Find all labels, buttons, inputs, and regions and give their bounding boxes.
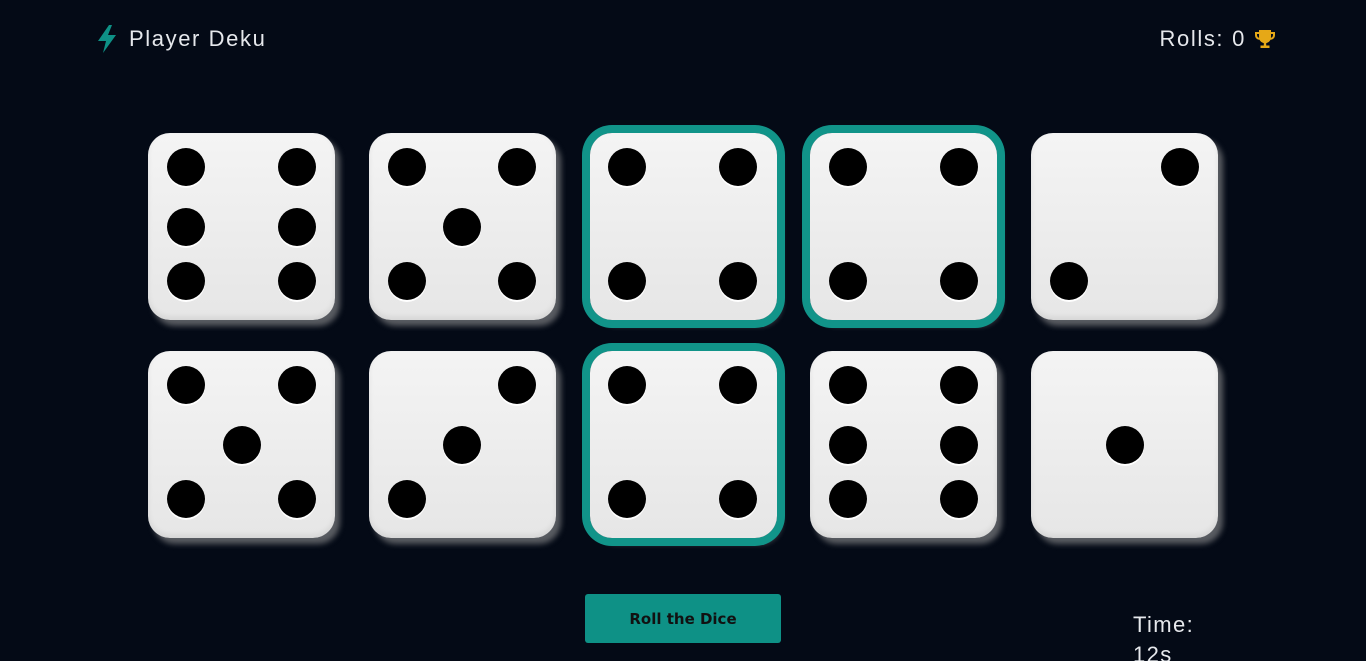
die-pip (719, 147, 758, 186)
die-pip (498, 365, 537, 404)
die-pip (608, 365, 647, 404)
die-pip (387, 261, 426, 300)
die-pip (166, 147, 205, 186)
die-8[interactable] (589, 351, 777, 538)
die-pip (166, 479, 205, 518)
die-9[interactable] (810, 351, 998, 538)
die-7[interactable] (368, 351, 556, 538)
die-pip (443, 207, 482, 246)
die-pip (1105, 425, 1144, 464)
die-pip (166, 208, 205, 247)
die-pip (829, 426, 868, 465)
die-pip (829, 479, 868, 518)
die-pip (829, 365, 868, 404)
die-pip (277, 147, 316, 186)
die-pip (939, 426, 978, 465)
rolls-value: 0 (1232, 26, 1246, 51)
die-2[interactable] (368, 133, 556, 320)
dice-grid (148, 133, 1218, 538)
die-pip (277, 208, 316, 247)
die-pip (277, 479, 316, 518)
rolls-counter: Rolls: 0 (1160, 24, 1276, 54)
die-pip (939, 147, 978, 186)
die-pip (719, 365, 758, 404)
timer: Time: 12s (1133, 610, 1223, 661)
die-pip (1160, 147, 1199, 186)
bolt-icon (98, 25, 116, 53)
die-pip (387, 479, 426, 518)
die-4[interactable] (810, 133, 998, 320)
die-pip (829, 147, 868, 186)
trophy-icon (1255, 30, 1275, 48)
die-pip (719, 479, 758, 518)
die-pip (166, 261, 205, 300)
die-6[interactable] (148, 351, 335, 538)
die-pip (443, 425, 482, 464)
die-pip (608, 479, 647, 518)
die-10[interactable] (1031, 351, 1218, 538)
die-pip (939, 261, 978, 300)
die-pip (608, 261, 647, 300)
die-pip (1049, 261, 1088, 300)
die-pip (939, 365, 978, 404)
die-1[interactable] (148, 133, 335, 320)
roll-dice-button[interactable]: Roll the Dice (585, 594, 781, 643)
die-pip (719, 261, 758, 300)
die-pip (166, 365, 205, 404)
timer-label: Time: (1133, 612, 1195, 637)
die-pip (277, 261, 316, 300)
die-pip (387, 147, 426, 186)
die-pip (939, 479, 978, 518)
die-pip (829, 261, 868, 300)
die-pip (277, 365, 316, 404)
die-pip (498, 147, 537, 186)
die-5[interactable] (1031, 133, 1218, 320)
timer-value: 12s (1133, 642, 1173, 661)
die-pip (222, 425, 261, 464)
die-pip (498, 261, 537, 300)
player-name: Player Deku (129, 26, 267, 51)
die-3[interactable] (589, 133, 777, 320)
die-pip (608, 147, 647, 186)
rolls-label: Rolls: (1159, 26, 1225, 51)
player-header: Player Deku (95, 24, 266, 54)
